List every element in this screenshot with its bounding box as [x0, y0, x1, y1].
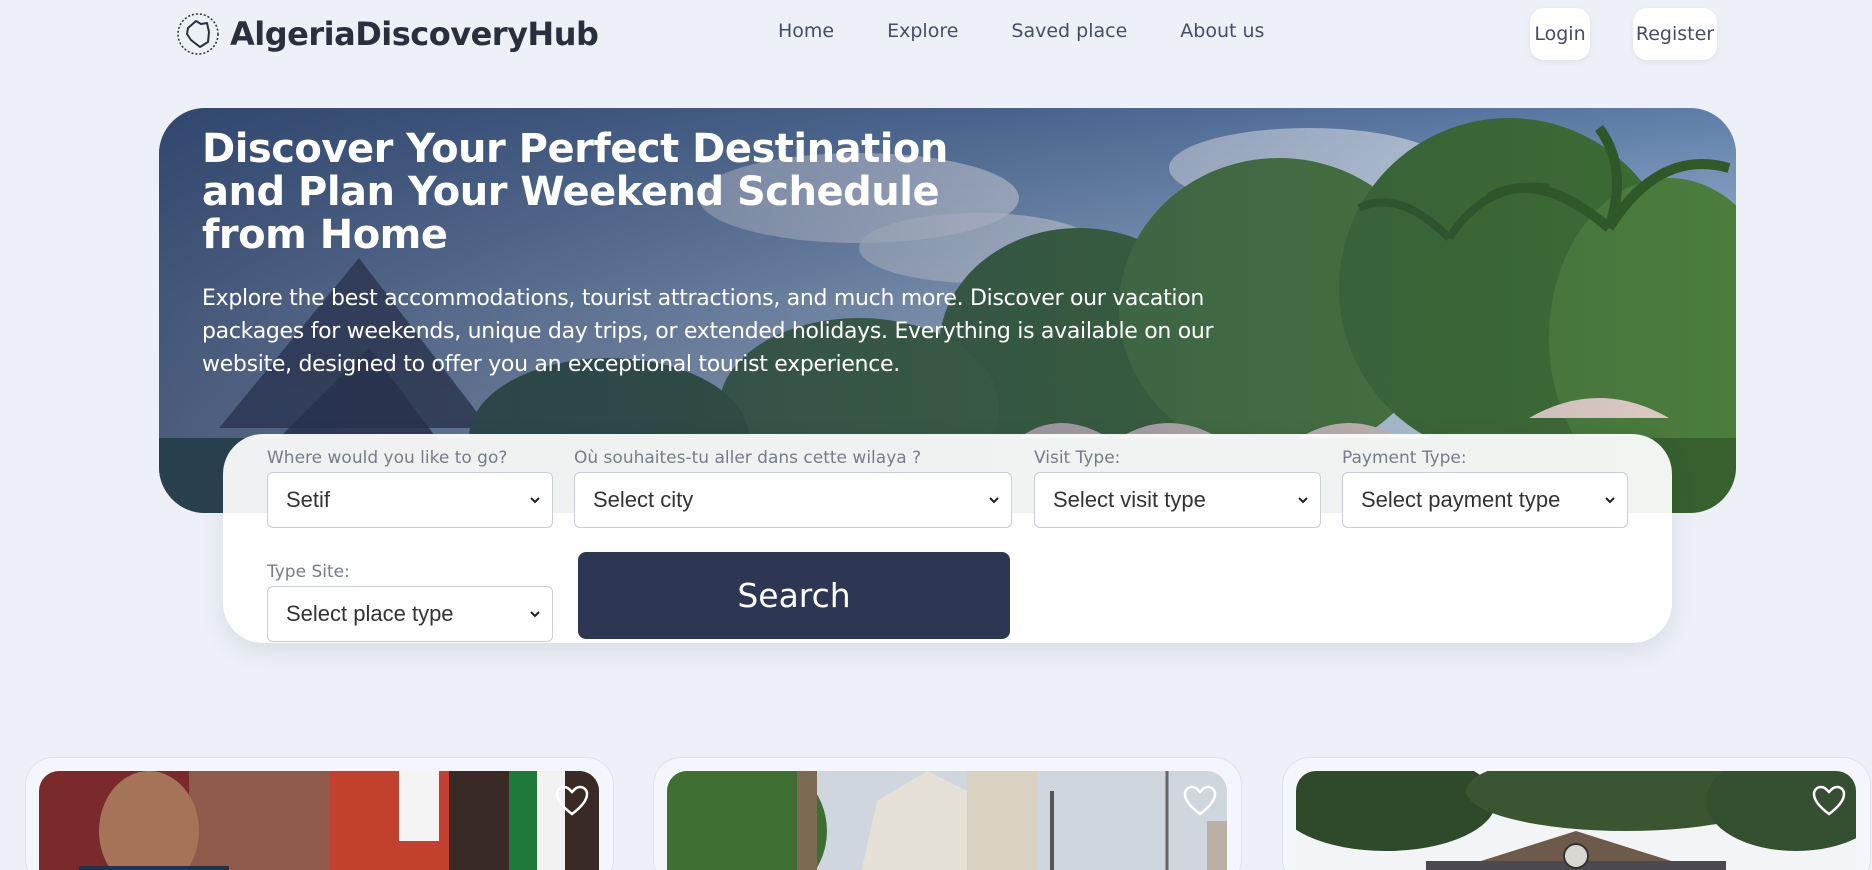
login-button[interactable]: Login	[1530, 8, 1590, 60]
hero-description: Explore the best accommodations, tourist…	[202, 286, 1214, 377]
wilaya-label: Where would you like to go?	[267, 448, 508, 468]
wilaya-select-value: Setif	[286, 487, 331, 512]
place-card-image	[1296, 771, 1856, 870]
payment-type-label: Payment Type:	[1342, 448, 1467, 468]
search-button[interactable]: Search	[578, 552, 1010, 639]
nav-saved-place[interactable]: Saved place	[1011, 20, 1127, 42]
payment-type-select[interactable]: Select payment type	[1342, 472, 1628, 528]
site-type-label: Type Site:	[267, 562, 350, 582]
visit-type-select[interactable]: Select visit type	[1034, 472, 1321, 528]
heart-icon[interactable]	[1183, 785, 1217, 817]
place-card-image	[667, 771, 1227, 870]
heart-icon[interactable]	[1812, 785, 1846, 817]
site-type-select[interactable]: Select place type	[267, 586, 553, 642]
city-select-value: Select city	[593, 487, 694, 512]
place-photo-2	[667, 771, 1227, 870]
algeria-map-icon	[177, 13, 219, 55]
chevron-down-icon	[1298, 497, 1308, 504]
place-photo-1	[39, 771, 599, 870]
nav-about-us[interactable]: About us	[1180, 20, 1264, 42]
visit-type-label: Visit Type:	[1034, 448, 1121, 468]
heart-icon[interactable]	[555, 785, 589, 817]
brand-logo[interactable]: AlgeriaDiscoveryHub	[176, 12, 599, 56]
payment-type-select-value: Select payment type	[1361, 487, 1561, 512]
place-card-image	[39, 771, 599, 870]
navbar: AlgeriaDiscoveryHub Home Explore Saved p…	[0, 0, 1872, 68]
city-label: Où souhaites-tu aller dans cette wilaya …	[574, 448, 922, 468]
chevron-down-icon	[1605, 497, 1615, 504]
nav-explore[interactable]: Explore	[887, 20, 958, 42]
site-type-select-value: Select place type	[286, 601, 454, 626]
wilaya-select[interactable]: Setif	[267, 472, 553, 528]
hero-title: Discover Your Perfect Destination and Pl…	[202, 126, 948, 258]
place-photo-3	[1296, 771, 1856, 870]
place-card[interactable]	[1282, 757, 1871, 870]
nav-links: Home Explore Saved place About us	[778, 20, 1264, 42]
place-card[interactable]	[653, 757, 1242, 870]
brand-name: AlgeriaDiscoveryHub	[230, 15, 599, 53]
nav-home[interactable]: Home	[778, 20, 834, 42]
chevron-down-icon	[530, 497, 540, 504]
city-select[interactable]: Select city	[574, 472, 1012, 528]
chevron-down-icon	[989, 497, 999, 504]
search-panel: Where would you like to go? Setif Où sou…	[223, 434, 1672, 643]
place-card[interactable]	[25, 757, 614, 870]
visit-type-select-value: Select visit type	[1053, 487, 1206, 512]
chevron-down-icon	[530, 611, 540, 618]
register-button[interactable]: Register	[1633, 8, 1717, 60]
